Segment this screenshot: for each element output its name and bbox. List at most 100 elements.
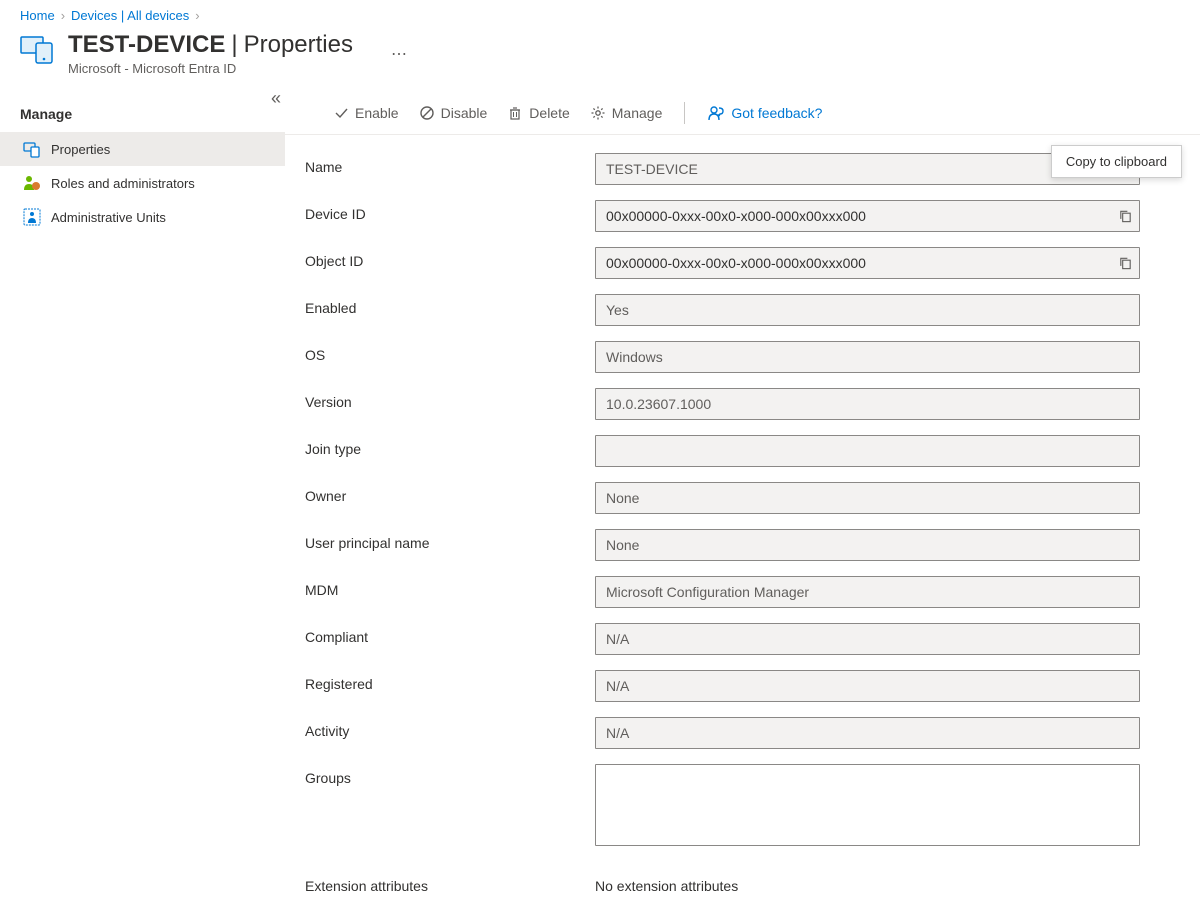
value-os: Windows bbox=[606, 349, 663, 365]
copy-device-id-button[interactable] bbox=[1116, 207, 1135, 226]
sidebar-item-roles[interactable]: Roles and administrators bbox=[0, 166, 285, 200]
label-upn: User principal name bbox=[305, 529, 595, 551]
value-upn: None bbox=[606, 537, 639, 553]
field-join-type bbox=[595, 435, 1140, 467]
breadcrumb: Home › Devices | All devices › bbox=[0, 0, 1200, 27]
sidebar: « Manage Properties Roles and administra… bbox=[0, 92, 285, 909]
check-icon bbox=[333, 105, 349, 121]
chevron-right-icon: › bbox=[195, 8, 199, 23]
field-device-id[interactable]: 00x00000-0xxx-00x0-x000-000x00xxx000 bbox=[595, 200, 1140, 232]
row-device-id: Device ID 00x00000-0xxx-00x0-x000-000x00… bbox=[305, 200, 1140, 232]
label-owner: Owner bbox=[305, 482, 595, 504]
value-activity: N/A bbox=[606, 725, 629, 741]
field-ext-attr: No extension attributes bbox=[595, 872, 1140, 894]
device-icon bbox=[20, 31, 54, 65]
row-join-type: Join type bbox=[305, 435, 1140, 467]
row-owner: Owner None bbox=[305, 482, 1140, 514]
sidebar-item-label: Administrative Units bbox=[51, 210, 166, 225]
field-upn: None bbox=[595, 529, 1140, 561]
field-mdm: Microsoft Configuration Manager bbox=[595, 576, 1140, 608]
copy-object-id-button[interactable] bbox=[1116, 254, 1135, 273]
label-activity: Activity bbox=[305, 717, 595, 739]
disable-label: Disable bbox=[441, 105, 488, 121]
feedback-icon bbox=[707, 104, 725, 122]
sidebar-item-properties[interactable]: Properties bbox=[0, 132, 285, 166]
label-enabled: Enabled bbox=[305, 294, 595, 316]
value-enabled: Yes bbox=[606, 302, 629, 318]
value-device-id: 00x00000-0xxx-00x0-x000-000x00xxx000 bbox=[606, 208, 866, 224]
field-object-id[interactable]: 00x00000-0xxx-00x0-x000-000x00xxx000 bbox=[595, 247, 1140, 279]
copy-tooltip: Copy to clipboard bbox=[1051, 145, 1182, 178]
page-header: TEST-DEVICE | Properties Microsoft - Mic… bbox=[0, 27, 1200, 92]
manage-button[interactable]: Manage bbox=[582, 101, 671, 125]
title-device-name: TEST-DEVICE bbox=[68, 31, 225, 59]
label-os: OS bbox=[305, 341, 595, 363]
sidebar-item-label: Properties bbox=[51, 142, 110, 157]
value-mdm: Microsoft Configuration Manager bbox=[606, 584, 809, 600]
toolbar: Enable Disable Delete Manage bbox=[285, 92, 1200, 135]
roles-icon bbox=[23, 174, 41, 192]
label-object-id: Object ID bbox=[305, 247, 595, 269]
row-os: OS Windows bbox=[305, 341, 1140, 373]
page-title: TEST-DEVICE | Properties bbox=[68, 31, 353, 59]
disable-button[interactable]: Disable bbox=[411, 101, 496, 125]
field-compliant: N/A bbox=[595, 623, 1140, 655]
label-mdm: MDM bbox=[305, 576, 595, 598]
field-owner: None bbox=[595, 482, 1140, 514]
delete-label: Delete bbox=[529, 105, 569, 121]
enable-button[interactable]: Enable bbox=[325, 101, 407, 125]
label-ext-attr: Extension attributes bbox=[305, 872, 595, 894]
row-compliant: Compliant N/A bbox=[305, 623, 1140, 655]
field-enabled: Yes bbox=[595, 294, 1140, 326]
row-registered: Registered N/A bbox=[305, 670, 1140, 702]
breadcrumb-home[interactable]: Home bbox=[20, 8, 55, 23]
value-name: TEST-DEVICE bbox=[606, 161, 698, 177]
value-ext-attr: No extension attributes bbox=[595, 878, 738, 894]
row-name: Name TEST-DEVICE bbox=[305, 153, 1140, 185]
field-activity: N/A bbox=[595, 717, 1140, 749]
field-version: 10.0.23607.1000 bbox=[595, 388, 1140, 420]
copy-icon bbox=[1118, 209, 1133, 224]
sidebar-item-admin-units[interactable]: Administrative Units bbox=[0, 200, 285, 234]
row-groups: Groups bbox=[305, 764, 1140, 846]
value-version: 10.0.23607.1000 bbox=[606, 396, 711, 412]
row-activity: Activity N/A bbox=[305, 717, 1140, 749]
label-registered: Registered bbox=[305, 670, 595, 692]
label-join-type: Join type bbox=[305, 435, 595, 457]
sidebar-section-label: Manage bbox=[0, 92, 285, 132]
value-object-id: 00x00000-0xxx-00x0-x000-000x00xxx000 bbox=[606, 255, 866, 271]
label-groups: Groups bbox=[305, 764, 595, 786]
feedback-label: Got feedback? bbox=[731, 105, 822, 121]
value-registered: N/A bbox=[606, 678, 629, 694]
title-section: Properties bbox=[244, 31, 353, 59]
feedback-button[interactable]: Got feedback? bbox=[699, 100, 830, 126]
label-device-id: Device ID bbox=[305, 200, 595, 222]
field-registered: N/A bbox=[595, 670, 1140, 702]
row-enabled: Enabled Yes bbox=[305, 294, 1140, 326]
copy-icon bbox=[1118, 256, 1133, 271]
sidebar-item-label: Roles and administrators bbox=[51, 176, 195, 191]
properties-form: Copy to clipboard Name TEST-DEVICE Devic… bbox=[285, 135, 1200, 894]
row-ext-attr: Extension attributes No extension attrib… bbox=[305, 872, 1140, 894]
trash-icon bbox=[507, 105, 523, 121]
manage-label: Manage bbox=[612, 105, 663, 121]
title-separator: | bbox=[231, 31, 237, 59]
chevron-right-icon: › bbox=[61, 8, 65, 23]
value-compliant: N/A bbox=[606, 631, 629, 647]
more-actions-button[interactable]: ⋯ bbox=[385, 38, 414, 70]
admin-units-icon bbox=[23, 208, 41, 226]
collapse-sidebar-button[interactable]: « bbox=[271, 88, 281, 109]
label-name: Name bbox=[305, 153, 595, 175]
label-compliant: Compliant bbox=[305, 623, 595, 645]
row-upn: User principal name None bbox=[305, 529, 1140, 561]
enable-label: Enable bbox=[355, 105, 399, 121]
field-groups[interactable] bbox=[595, 764, 1140, 846]
value-owner: None bbox=[606, 490, 639, 506]
block-icon bbox=[419, 105, 435, 121]
breadcrumb-devices[interactable]: Devices | All devices bbox=[71, 8, 189, 23]
delete-button[interactable]: Delete bbox=[499, 101, 577, 125]
content: Enable Disable Delete Manage bbox=[285, 92, 1200, 909]
properties-icon bbox=[23, 140, 41, 158]
page-subtitle: Microsoft - Microsoft Entra ID bbox=[68, 61, 353, 76]
label-version: Version bbox=[305, 388, 595, 410]
